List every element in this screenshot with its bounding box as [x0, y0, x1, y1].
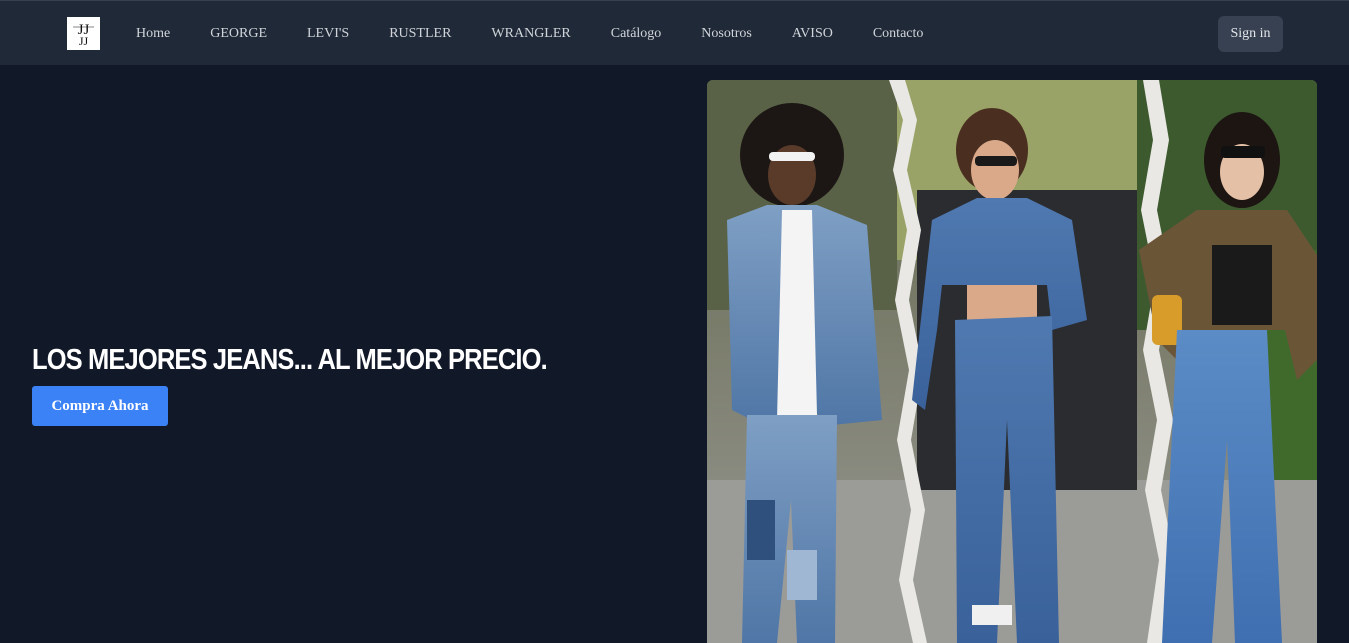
brand-logo[interactable]: JJ JJ: [67, 17, 100, 50]
shop-now-button[interactable]: Compra Ahora: [32, 386, 168, 426]
nav-link-catalogo[interactable]: Catálogo: [611, 26, 662, 42]
hero-title: LOS MEJORES JEANS... AL MEJOR PRECIO.: [32, 344, 548, 376]
nav-link-george[interactable]: GEORGE: [210, 26, 267, 42]
hero-photo-illustration: [707, 80, 1317, 643]
main-nav: Home GEORGE LEVI'S RUSTLER WRANGLER Catá…: [136, 1, 923, 66]
sign-in-button[interactable]: Sign in: [1218, 16, 1283, 52]
svg-text:JJ: JJ: [79, 34, 89, 48]
hero-image: [707, 80, 1317, 643]
nav-link-aviso[interactable]: AVISO: [792, 26, 833, 42]
jj-logo-icon: JJ JJ: [73, 22, 94, 48]
nav-link-wrangler[interactable]: WRANGLER: [491, 26, 570, 42]
nav-link-home[interactable]: Home: [136, 26, 170, 42]
nav-link-contacto[interactable]: Contacto: [873, 26, 924, 42]
nav-link-rustler[interactable]: RUSTLER: [389, 26, 451, 42]
navbar: JJ JJ Home GEORGE LEVI'S RUSTLER WRANGLE…: [0, 0, 1349, 65]
nav-link-nosotros[interactable]: Nosotros: [701, 26, 752, 42]
nav-link-levis[interactable]: LEVI'S: [307, 26, 349, 42]
